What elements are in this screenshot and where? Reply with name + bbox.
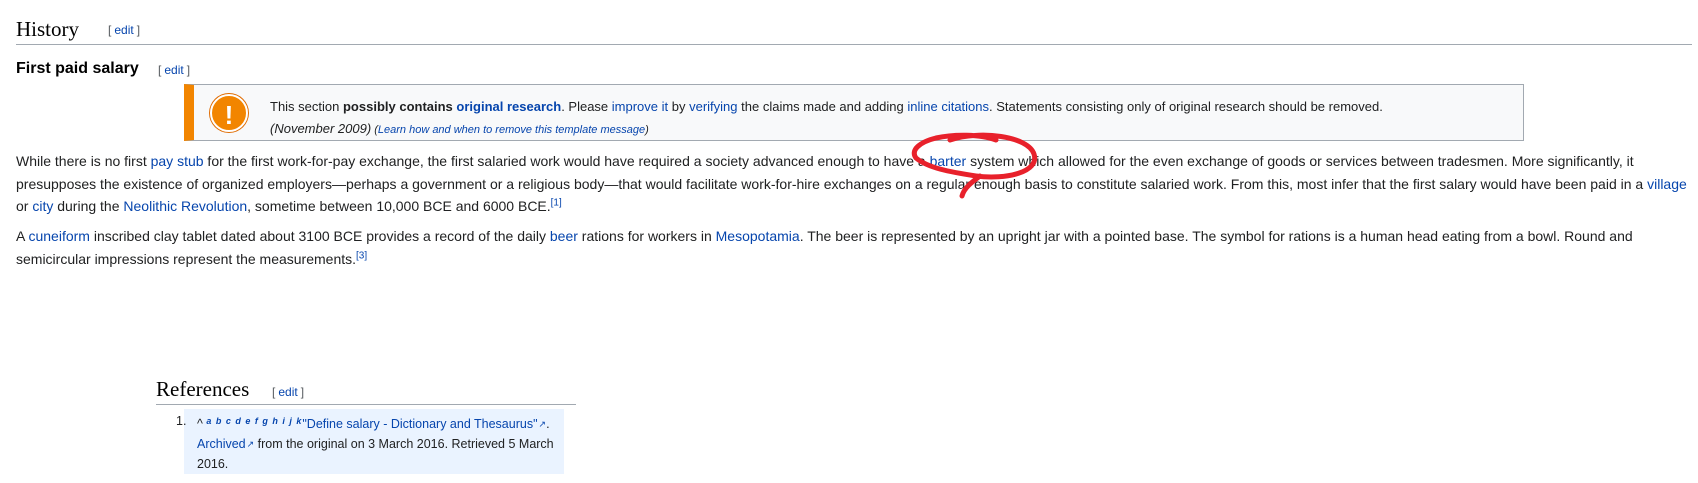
improve-it-link[interactable]: improve it bbox=[612, 99, 668, 114]
history-edit-section: [edit] bbox=[108, 23, 141, 37]
references-title: References bbox=[156, 377, 250, 401]
first-paid-salary-title: First paid salary bbox=[16, 60, 139, 77]
mesopotamia-link[interactable]: Mesopotamia bbox=[716, 228, 800, 244]
beer-link[interactable]: beer bbox=[550, 228, 578, 244]
backlink-caret[interactable]: ^ bbox=[197, 417, 203, 431]
notice-date: (November 2009) bbox=[270, 121, 372, 136]
barter-link[interactable]: barter bbox=[930, 153, 967, 169]
archived-link[interactable]: Archived bbox=[197, 437, 254, 451]
first-paid-salary-edit-section: [edit] bbox=[158, 63, 191, 77]
first-paid-salary-edit-link[interactable]: edit bbox=[164, 63, 183, 77]
references-edit-section: [edit] bbox=[272, 385, 305, 399]
history-edit-link[interactable]: edit bbox=[114, 23, 133, 37]
city-link[interactable]: city bbox=[32, 198, 53, 214]
references-heading: References [edit] bbox=[156, 377, 576, 405]
original-research-link[interactable]: original research bbox=[456, 99, 561, 114]
reference-item: 1. ^ a b c d e f g h i j k"Define salary… bbox=[176, 409, 564, 474]
notice-text: This section possibly contains original … bbox=[270, 99, 1383, 136]
reference-title-link[interactable]: "Define salary - Dictionary and Thesauru… bbox=[302, 417, 546, 431]
references-edit-link[interactable]: edit bbox=[278, 385, 297, 399]
paragraph-first-paid-salary: While there is no first pay stub for the… bbox=[16, 153, 1687, 214]
exclamation-icon: ! bbox=[210, 94, 248, 132]
paragraph-cuneiform: A cuneiform inscribed clay tablet dated … bbox=[16, 228, 1633, 267]
original-research-notice: ! This section possibly contains origina… bbox=[184, 84, 1524, 141]
history-heading: History [edit] bbox=[16, 14, 1692, 45]
inline-citations-link[interactable]: inline citations bbox=[907, 99, 989, 114]
neolithic-revolution-link[interactable]: Neolithic Revolution bbox=[123, 198, 247, 214]
reference-list: 1. ^ a b c d e f g h i j k"Define salary… bbox=[176, 409, 564, 474]
cuneiform-link[interactable]: cuneiform bbox=[28, 228, 89, 244]
reference-number: 1. bbox=[176, 414, 187, 428]
pay-stub-link[interactable]: pay stub bbox=[151, 153, 204, 169]
backlink-letters[interactable]: a b c d e f g h i j k bbox=[206, 416, 302, 426]
citation-3-link[interactable]: [3] bbox=[356, 250, 367, 261]
learn-how-link[interactable]: Learn how and when to remove this templa… bbox=[378, 124, 645, 136]
village-link[interactable]: village bbox=[1647, 176, 1687, 192]
citation-1-link[interactable]: [1] bbox=[551, 197, 562, 208]
verifying-link[interactable]: verifying bbox=[689, 99, 737, 114]
history-title: History bbox=[16, 17, 79, 41]
